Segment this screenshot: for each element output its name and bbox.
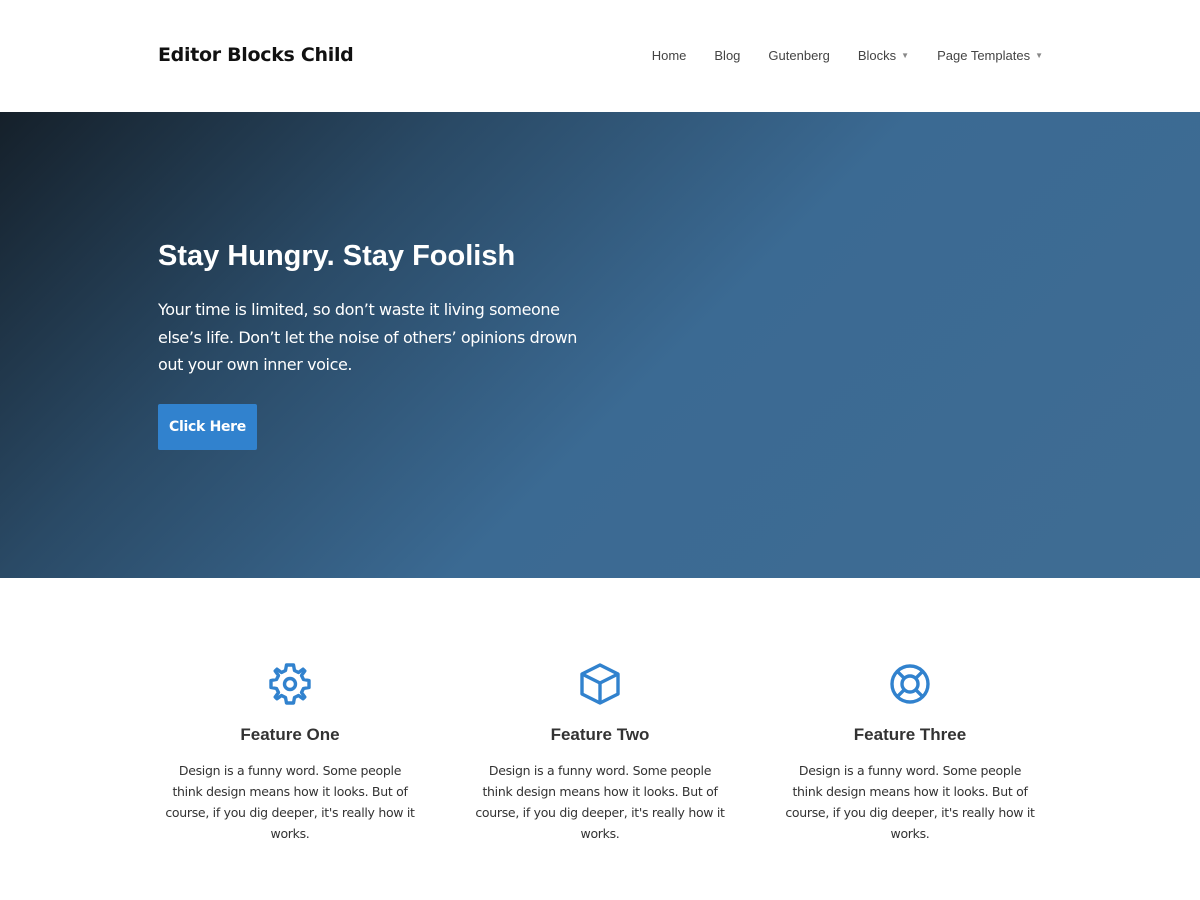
hero-text: Your time is limited, so don’t waste it … <box>158 300 578 374</box>
hero-section: Stay Hungry. Stay Foolish Your time is l… <box>0 112 1200 578</box>
nav-label: Home <box>651 48 687 63</box>
nav-label: Gutenberg <box>768 48 830 63</box>
feature-one: Feature One Design is a funny word. Some… <box>165 662 415 844</box>
nav-label: Page Templates <box>937 48 1031 63</box>
features-section: Feature One Design is a funny word. Some… <box>0 578 1200 900</box>
feature-two: Feature Two Design is a funny word. Some… <box>475 662 725 844</box>
nav-item-gutenberg[interactable]: Gutenberg <box>768 44 829 68</box>
caret-down-icon: ▼ <box>1035 51 1043 60</box>
hero-title: Stay Hungry. Stay Foolish <box>158 240 516 272</box>
feature-title: Feature Three <box>853 725 967 744</box>
lifebuoy-icon <box>890 664 930 704</box>
feature-text: Design is a funny word. Some people thin… <box>475 763 725 841</box>
click-here-button[interactable]: Click Here <box>158 404 257 450</box>
feature-text: Design is a funny word. Some people thin… <box>785 763 1035 841</box>
caret-down-icon: ▼ <box>901 51 910 60</box>
cube-icon <box>580 663 620 705</box>
gear-icon <box>269 663 311 705</box>
site-title[interactable]: Editor Blocks Child <box>158 40 354 70</box>
main-nav: Home Blog Gutenberg Blocks ▼ Page Templa… <box>652 44 1043 68</box>
nav-item-blocks[interactable]: Blocks ▼ <box>858 44 909 68</box>
nav-item-blog[interactable]: Blog <box>714 44 740 68</box>
feature-title: Feature Two <box>550 725 650 744</box>
nav-item-home[interactable]: Home <box>652 44 687 68</box>
nav-label: Blog <box>714 48 741 63</box>
nav-item-page-templates[interactable]: Page Templates ▼ <box>937 44 1043 68</box>
feature-three: Feature Three Design is a funny word. So… <box>785 662 1035 844</box>
feature-text: Design is a funny word. Some people thin… <box>165 763 415 841</box>
nav-label: Blocks <box>857 48 897 63</box>
feature-title: Feature One <box>240 725 340 744</box>
site-header: Editor Blocks Child Home Blog Gutenberg … <box>0 0 1200 112</box>
